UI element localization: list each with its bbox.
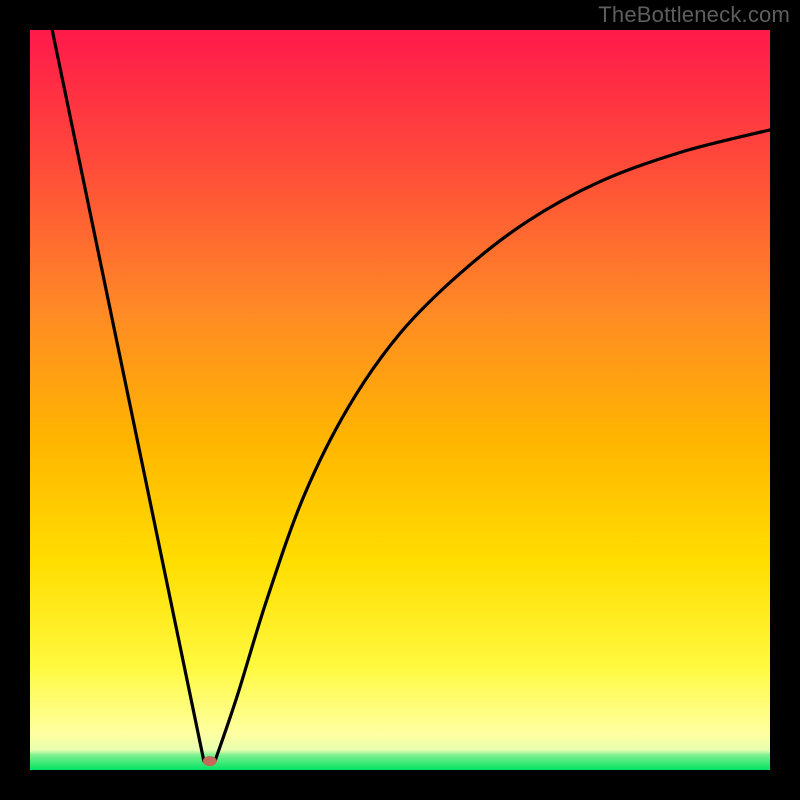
attribution-text: TheBottleneck.com [598, 2, 790, 28]
minimum-marker [203, 756, 217, 766]
plot-area [30, 30, 770, 770]
chart-svg [30, 30, 770, 770]
gradient-background [30, 30, 770, 770]
chart-frame: TheBottleneck.com [0, 0, 800, 800]
